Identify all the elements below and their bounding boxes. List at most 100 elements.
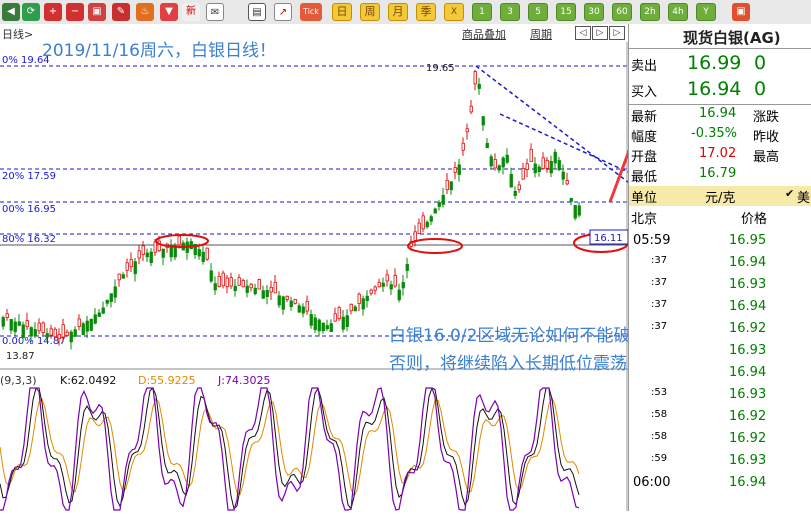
period-monthly-button[interactable]: 月 [388, 3, 408, 21]
chart-area[interactable]: 0% 19.64 20% 17.59 00% 16.95 80% 16.32 0… [0, 42, 669, 511]
tick-time: :59 [651, 453, 668, 464]
candle-body [221, 272, 225, 287]
candle-body [421, 215, 425, 230]
tick-time: :58 [651, 431, 668, 442]
zoom-out-icon[interactable]: − [66, 3, 84, 21]
kdj-label: (9,3,3) [0, 374, 37, 387]
filter-icon[interactable]: ▼ [160, 3, 178, 21]
period-x-button[interactable]: X [444, 3, 464, 21]
candle-body [113, 286, 117, 298]
window-icon[interactable]: ▣ [88, 3, 106, 21]
tick-row: 16.94 [629, 362, 811, 384]
period-daily-button[interactable]: 日 [332, 3, 352, 21]
period-1-button[interactable]: 1 [472, 3, 492, 21]
period-15-button[interactable]: 15 [556, 3, 576, 21]
quote-title: 现货白银(AG) [683, 29, 781, 47]
mail-icon[interactable]: ✉ [206, 3, 224, 21]
candle-body [465, 128, 469, 133]
candle-body [289, 300, 293, 307]
candle-body [25, 320, 29, 327]
candle-body [141, 245, 145, 255]
chart-title-tab[interactable]: 日线> [2, 26, 33, 42]
period-year-button[interactable]: Y [696, 3, 716, 21]
candle-body [229, 277, 233, 287]
candle-body [277, 295, 281, 306]
tick-button[interactable]: Tick [300, 3, 322, 21]
candle-body [445, 179, 449, 191]
period-weekly-button[interactable]: 周 [360, 3, 380, 21]
amp-value: -0.35% [691, 126, 737, 141]
open-label: 开盘 [631, 150, 658, 165]
kdj-d-label: D:55.9225 [138, 374, 196, 387]
period-quarterly-button[interactable]: 季 [416, 3, 436, 21]
tick-header-price: 价格 [741, 212, 768, 227]
candle-body [57, 333, 61, 340]
candle-body [397, 289, 401, 301]
candle-body [529, 148, 533, 163]
sell-row[interactable]: 卖出 16.99 0 [629, 52, 811, 78]
tick-time: :37 [651, 299, 668, 310]
candle-body [77, 318, 81, 327]
zoom-in-icon[interactable]: + [44, 3, 62, 21]
tick-price: 16.92 [729, 321, 767, 336]
amp-label: 幅度 [631, 130, 658, 145]
period-3-button[interactable]: 3 [500, 3, 520, 21]
fire-icon[interactable]: ♨ [136, 3, 154, 21]
candle-body [393, 274, 397, 287]
candle-body [473, 71, 477, 85]
candle-body [273, 281, 277, 294]
nav-right-icon[interactable]: ▷ [592, 26, 608, 40]
candle-body [573, 205, 577, 219]
check-icon[interactable]: ✔ [785, 187, 794, 200]
circle-support [407, 238, 463, 254]
candle-body [177, 235, 181, 246]
overlay-link[interactable]: 商品叠加 [462, 26, 506, 42]
quote-panel: 现货白银(AG) 卖出 16.99 0 买入 16.94 0 最新 16.94 … [628, 24, 811, 511]
chart-icon[interactable]: ↗ [274, 3, 292, 21]
candle-body [85, 320, 89, 332]
candle-body [429, 216, 433, 222]
candle-body [133, 261, 137, 275]
new-button[interactable]: 新 [182, 3, 200, 21]
nav-left-icon[interactable]: ◁ [575, 26, 591, 40]
latest-label: 最新 [631, 110, 658, 125]
period-30-button[interactable]: 30 [584, 3, 604, 21]
period-60-button[interactable]: 60 [612, 3, 632, 21]
tick-price: 16.93 [729, 453, 767, 468]
candle-body [89, 318, 93, 331]
back-icon[interactable]: ◀ [2, 3, 20, 21]
candle-body [401, 281, 405, 289]
candle-body [441, 194, 445, 205]
candle-body [149, 251, 153, 264]
candle-body [389, 284, 393, 290]
candle-body [425, 221, 429, 228]
pen-icon[interactable]: ✎ [112, 3, 130, 21]
candle-body [197, 249, 201, 257]
period-4h-button[interactable]: 4h [668, 3, 688, 21]
tick-price: 16.95 [729, 233, 767, 248]
candle-body [433, 208, 437, 214]
period-link[interactable]: 周期 [530, 26, 552, 42]
tick-price: 16.92 [729, 431, 767, 446]
candle-body [297, 305, 301, 313]
refresh-icon[interactable]: ⟳ [22, 3, 40, 21]
candle-body [13, 321, 17, 333]
nav-end-icon[interactable]: ▷ [609, 26, 625, 40]
period-5-button[interactable]: 5 [528, 3, 548, 21]
period-2h-button[interactable]: 2h [640, 3, 660, 21]
candle-body [329, 323, 333, 332]
change-label: 涨跌 [753, 110, 780, 125]
candle-body [209, 270, 213, 282]
candle-body [341, 316, 345, 330]
tick-row: :59 16.93 [629, 450, 811, 472]
candle-body [129, 259, 133, 268]
open-value: 17.02 [699, 146, 737, 161]
candle-body [261, 290, 265, 299]
settings-icon[interactable]: ▣ [732, 3, 750, 21]
candle-body [377, 282, 381, 288]
table-icon[interactable]: ▤ [248, 3, 266, 21]
buy-row[interactable]: 买入 16.94 0 [629, 78, 811, 104]
candle-body [233, 285, 237, 292]
candle-body [485, 142, 489, 149]
annotation-title: 2019/11/16周六，白银日线！ [42, 41, 276, 61]
